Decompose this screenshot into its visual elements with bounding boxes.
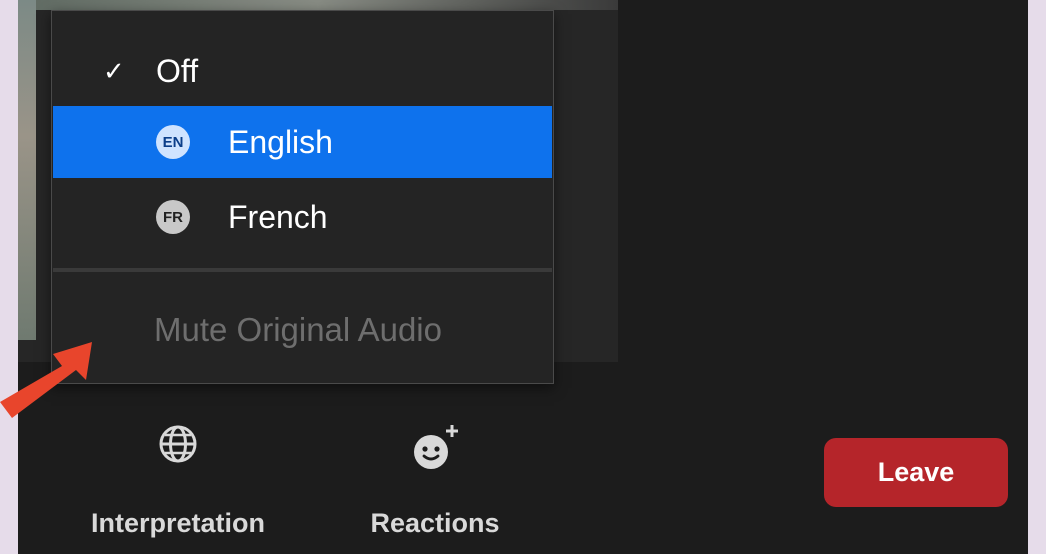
- menu-item-mute-original-audio[interactable]: Mute Original Audio: [154, 311, 442, 349]
- video-strip-left: [18, 0, 36, 340]
- globe-icon: [159, 425, 197, 463]
- menu-item-label: English: [228, 123, 333, 160]
- interpretation-label: Interpretation: [90, 508, 265, 538]
- reactions-label: Reactions: [370, 508, 500, 538]
- pointer-arrow-icon: [0, 342, 92, 418]
- menu-item-label: French: [228, 198, 328, 235]
- checkmark-icon: ✓: [103, 55, 125, 86]
- menu-item-english[interactable]: EN English: [53, 106, 552, 178]
- menu-item-french[interactable]: FR French: [53, 181, 552, 253]
- language-badge-fr: FR: [156, 200, 190, 234]
- interpretation-menu: ✓ Off EN English FR French Mute Original…: [51, 10, 554, 384]
- menu-item-label: Off: [156, 52, 199, 89]
- add-reaction-icon: [414, 425, 458, 469]
- meeting-window: ✓ Off EN English FR French Mute Original…: [18, 0, 1028, 554]
- video-strip-top: [18, 0, 618, 10]
- menu-item-off[interactable]: ✓ Off: [53, 37, 552, 105]
- leave-button[interactable]: Leave: [824, 438, 1008, 507]
- language-badge-en: EN: [156, 125, 190, 159]
- menu-divider: [53, 268, 552, 272]
